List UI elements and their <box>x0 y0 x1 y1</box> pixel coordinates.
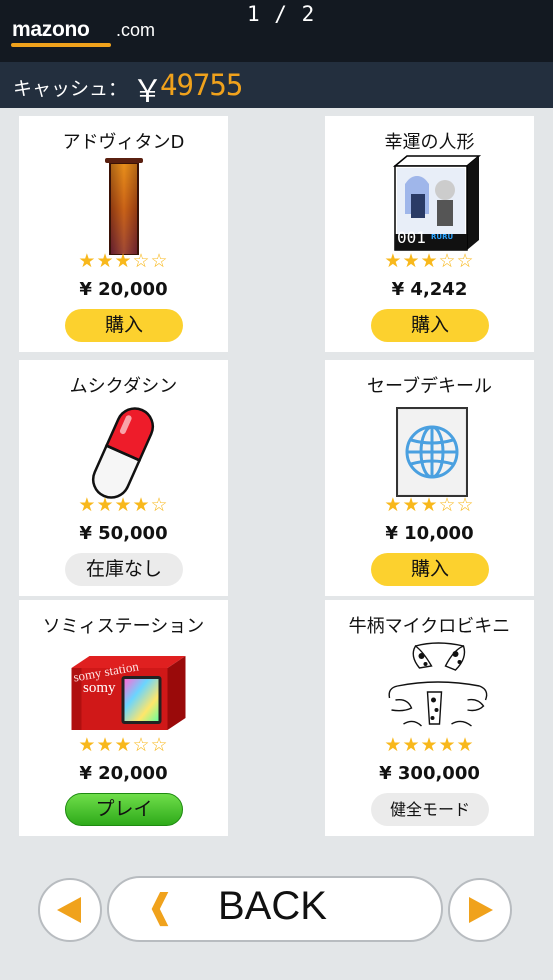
product-name: アドヴィタンD <box>62 132 185 153</box>
back-label: BACK <box>218 884 327 928</box>
box-brand: somy <box>83 680 116 696</box>
next-page-button[interactable] <box>448 878 512 942</box>
cash-label: キャッシュ： <box>13 78 128 100</box>
site-logo[interactable]: mazono <box>12 18 90 42</box>
rating-stars: ★★★☆☆ <box>78 734 169 756</box>
product-name: 幸運の人形 <box>384 132 475 153</box>
prev-page-button[interactable] <box>38 878 102 942</box>
rating-stars: ★★★☆☆ <box>78 250 169 272</box>
product-card-save-dekiru[interactable]: セーブデキール ★★★☆☆ ¥ 10,000 購入 <box>325 360 534 596</box>
box-tag: RURU <box>431 233 454 241</box>
scroll-banner-icon <box>105 158 143 255</box>
logo-domain-suffix: .com <box>116 20 156 40</box>
triangle-left-icon <box>57 897 81 923</box>
buy-button[interactable]: 購入 <box>371 309 489 342</box>
product-price: ¥ 50,000 <box>79 523 168 544</box>
rating-stars: ★★★★★ <box>384 734 475 756</box>
play-button[interactable]: プレイ <box>65 793 183 826</box>
buy-button[interactable]: 購入 <box>371 553 489 586</box>
product-card-somy-station[interactable]: ソミィステーション somy station somy ★★★☆☆ ¥ 20,0… <box>19 600 228 836</box>
product-card-advitan[interactable]: アドヴィタンD ★★★☆☆ ¥ 20,000 購入 <box>19 116 228 352</box>
globe-card-icon <box>396 407 468 497</box>
product-price: ¥ 20,000 <box>79 279 168 300</box>
rating-stars: ★★★☆☆ <box>384 250 475 272</box>
cash-amount: 49755 <box>160 68 243 102</box>
product-name: セーブデキール <box>367 376 492 397</box>
product-name: 牛柄マイクロビキニ <box>348 616 511 637</box>
product-price: ¥ 20,000 <box>79 763 168 784</box>
logo-smile-underline <box>11 43 111 47</box>
buy-button[interactable]: 購入 <box>65 309 183 342</box>
product-card-cow-bikini[interactable]: 牛柄マイクロビキニ ★★★★★ ¥ 300,000 健全モード <box>325 600 534 836</box>
product-price: ¥ 300,000 <box>379 763 480 784</box>
cash-currency-symbol: ￥ <box>132 74 163 110</box>
product-card-lucky-doll[interactable]: 幸運の人形 001 RURU ★★★☆☆ ¥ 4,242 購入 <box>325 116 534 352</box>
cow-bikini-icon <box>388 642 488 727</box>
out-of-stock-button[interactable]: 在庫なし <box>65 553 183 586</box>
product-card-mushikudashin[interactable]: ムシクダシン ★★★★☆ ¥ 50,000 在庫なし <box>19 360 228 596</box>
back-chevron-icon: ❰ <box>146 887 175 927</box>
console-box-icon <box>71 656 186 730</box>
safe-mode-button[interactable]: 健全モード <box>371 793 489 826</box>
product-name: ムシクダシン <box>69 376 178 397</box>
box-number: 001 <box>397 228 426 247</box>
product-price: ¥ 10,000 <box>385 523 474 544</box>
triangle-right-icon <box>469 897 493 923</box>
capsule-pill-icon <box>91 407 155 499</box>
figure-box-icon <box>392 155 482 251</box>
rating-stars: ★★★☆☆ <box>384 494 475 516</box>
rating-stars: ★★★★☆ <box>78 494 169 516</box>
product-name: ソミィステーション <box>42 616 205 637</box>
product-price: ¥ 4,242 <box>391 279 468 300</box>
page-indicator: 1 / 2 <box>247 2 316 26</box>
